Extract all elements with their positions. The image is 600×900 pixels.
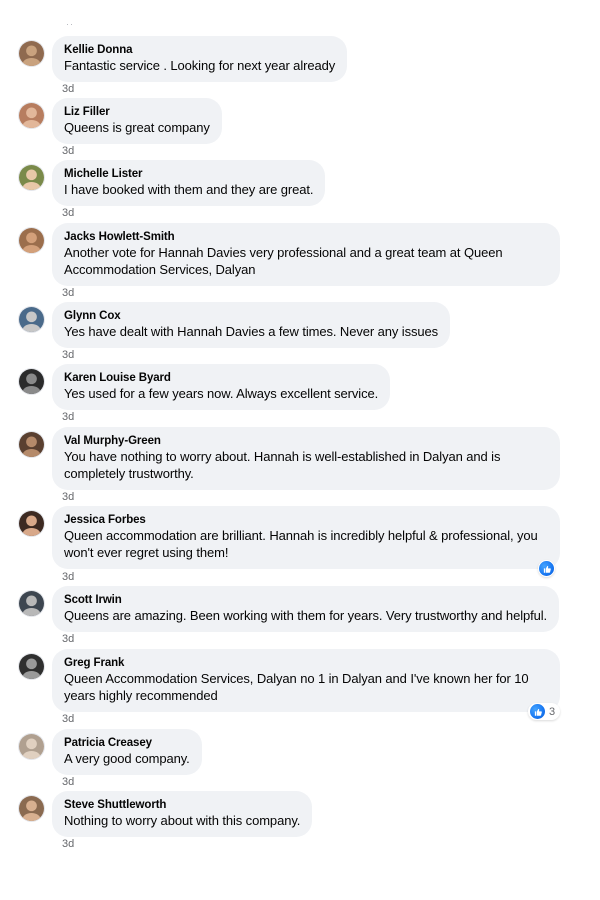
avatar[interactable] <box>18 431 45 458</box>
avatar[interactable] <box>18 510 45 537</box>
avatar[interactable] <box>18 227 45 254</box>
avatar[interactable] <box>18 795 45 822</box>
comment-text: Queen accommodation are brilliant. Hanna… <box>64 528 538 560</box>
comment-bubble: Liz Filler Queens is great company <box>52 98 222 144</box>
like-icon <box>530 704 545 719</box>
reaction-badge[interactable] <box>538 560 555 577</box>
comment-timestamp[interactable]: 3d <box>62 491 74 503</box>
comment-author[interactable]: Glynn Cox <box>64 309 438 323</box>
comment-author[interactable]: Steve Shuttleworth <box>64 798 300 812</box>
comment-timestamp[interactable]: 3d <box>62 349 74 361</box>
comment-text: You have nothing to worry about. Hannah … <box>64 449 501 481</box>
comment-author[interactable]: Scott Irwin <box>64 593 547 607</box>
comment-author[interactable]: Patricia Creasey <box>64 736 190 750</box>
comment-bubble: Kellie Donna Fantastic service . Looking… <box>52 36 348 82</box>
avatar[interactable] <box>18 306 45 333</box>
comment-timestamp[interactable]: 3d <box>62 145 74 157</box>
comment-text: I have booked with them and they are gre… <box>64 182 314 197</box>
comment-author[interactable]: Val Murphy-Green <box>64 434 548 448</box>
reaction-badge[interactable]: 3 <box>528 703 561 720</box>
comment-timestamp[interactable]: 3d <box>62 838 74 850</box>
comment-bubble: Greg Frank Queen Accommodation Services,… <box>52 649 560 712</box>
avatar[interactable] <box>18 368 45 395</box>
scroll-cutoff-marker: ·· <box>66 19 74 29</box>
avatar[interactable] <box>18 40 45 67</box>
comment-thread: ·· Kellie Donna Fantastic service . Look… <box>6 0 594 852</box>
comment-timestamp[interactable]: 3d <box>62 287 74 299</box>
comment-timestamp[interactable]: 3d <box>62 713 74 725</box>
comment-timestamp[interactable]: 3d <box>62 571 74 583</box>
comment-author[interactable]: Karen Louise Byard <box>64 371 378 385</box>
comment-bubble: Patricia Creasey A very good company. <box>52 729 202 775</box>
comment-text: Fantastic service . Looking for next yea… <box>64 58 336 73</box>
comment-author[interactable]: Kellie Donna <box>64 43 335 57</box>
comment-bubble: Michelle Lister I have booked with them … <box>52 160 326 206</box>
comment-text: Queens are amazing. Been working with th… <box>64 608 548 623</box>
comment-text: A very good company. <box>64 751 190 766</box>
comment-bubble: Steve Shuttleworth Nothing to worry abou… <box>52 791 313 837</box>
comment-timestamp[interactable]: 3d <box>62 776 74 788</box>
comment-bubble: Glynn Cox Yes have dealt with Hannah Dav… <box>52 302 451 348</box>
avatar[interactable] <box>18 733 45 760</box>
comment-author[interactable]: Michelle Lister <box>64 167 313 181</box>
comment-author[interactable]: Jessica Forbes <box>64 513 548 527</box>
comment-text: Nothing to worry about with this company… <box>64 813 301 828</box>
comment-text: Another vote for Hannah Davies very prof… <box>64 245 503 277</box>
comment-text: Queen Accommodation Services, Dalyan no … <box>64 671 529 703</box>
like-icon <box>539 561 554 576</box>
comment-author[interactable]: Jacks Howlett-Smith <box>64 230 548 244</box>
comment-author[interactable]: Greg Frank <box>64 656 548 670</box>
comment-timestamp[interactable]: 3d <box>62 207 74 219</box>
comment-author[interactable]: Liz Filler <box>64 105 210 119</box>
comment-bubble: Jacks Howlett-Smith Another vote for Han… <box>52 223 560 286</box>
comment-text: Yes used for a few years now. Always exc… <box>64 386 379 401</box>
comment-text: Queens is great company <box>64 120 210 135</box>
avatar[interactable] <box>18 164 45 191</box>
avatar[interactable] <box>18 102 45 129</box>
comment-timestamp[interactable]: 3d <box>62 633 74 645</box>
comment-timestamp[interactable]: 3d <box>62 83 74 95</box>
avatar[interactable] <box>18 590 45 617</box>
reaction-count: 3 <box>549 705 556 718</box>
comment-timestamp[interactable]: 3d <box>62 411 74 423</box>
comment-bubble: Karen Louise Byard Yes used for a few ye… <box>52 364 391 410</box>
comment-bubble: Jessica Forbes Queen accommodation are b… <box>52 506 560 569</box>
comment-bubble: Val Murphy-Green You have nothing to wor… <box>52 427 560 490</box>
avatar[interactable] <box>18 653 45 680</box>
comment-bubble: Scott Irwin Queens are amazing. Been wor… <box>52 586 560 632</box>
comment-text: Yes have dealt with Hannah Davies a few … <box>64 324 439 339</box>
